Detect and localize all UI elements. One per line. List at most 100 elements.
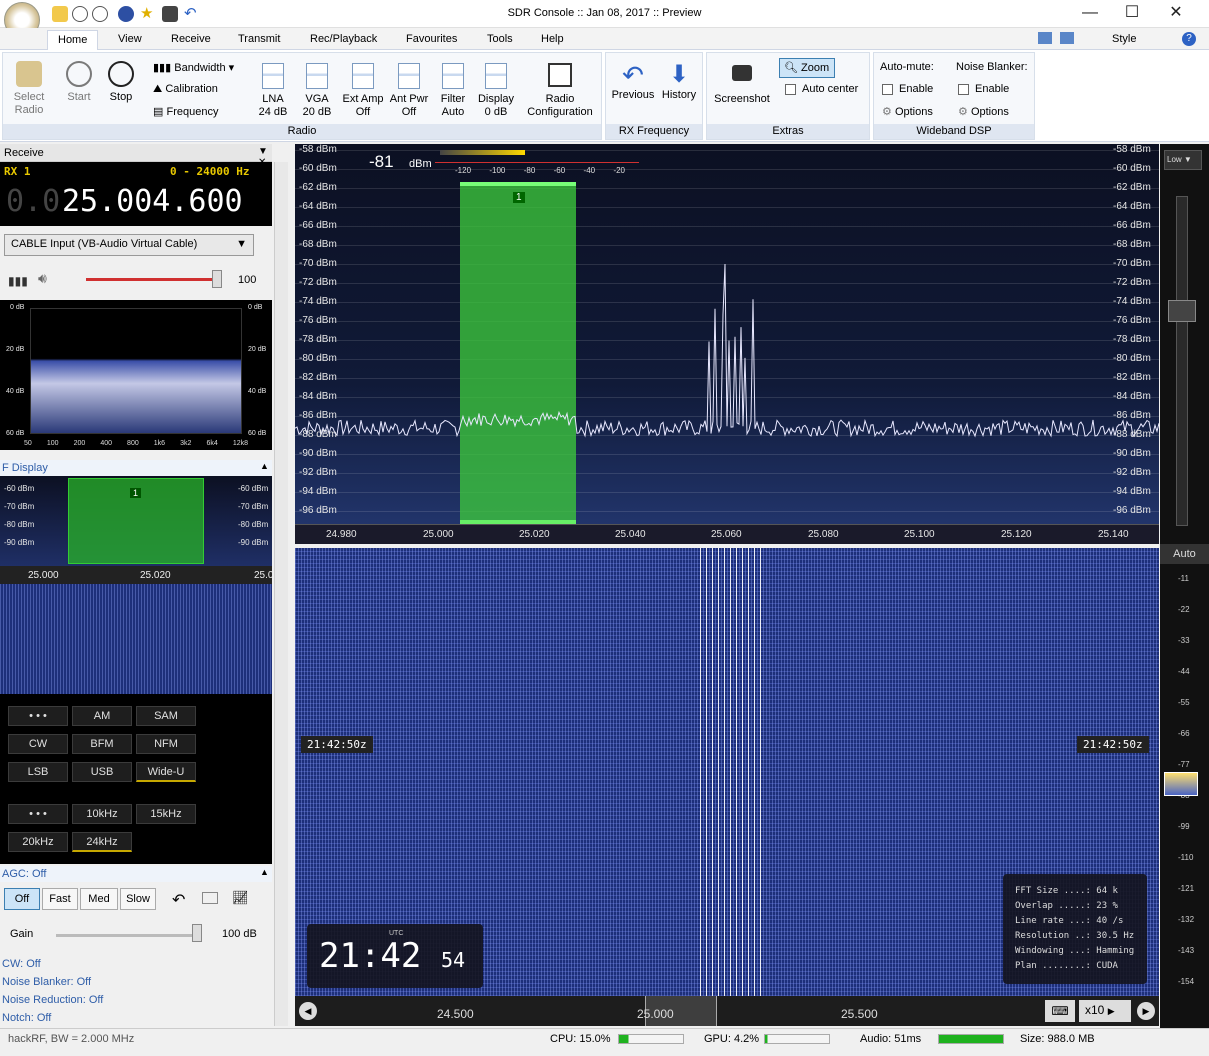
left-scrollbar[interactable] <box>274 162 288 1026</box>
menu-transmit[interactable]: Transmit <box>238 33 280 45</box>
menu-favourites[interactable]: Favourites <box>406 33 457 45</box>
ant-pwr-icon <box>398 63 420 89</box>
menu-view[interactable]: View <box>118 33 142 45</box>
frequency-dim[interactable]: 0.0 <box>6 184 60 219</box>
radio-configuration-button[interactable]: Radio Configuration <box>523 63 597 119</box>
auto-mute-enable[interactable]: Enable <box>882 83 933 95</box>
overview-next-button[interactable]: ▶ <box>1137 1002 1155 1020</box>
mode-am-button[interactable]: AM <box>72 706 132 726</box>
frequency-button[interactable]: ▤ Frequency <box>153 105 218 118</box>
noise-blanker-enable[interactable]: Enable <box>958 83 1009 95</box>
waterfall-display[interactable]: 21:42:50z 21:42:50z UTC 21:42 54 FFT Siz… <box>295 548 1159 996</box>
style-menu[interactable]: Style <box>1112 33 1136 45</box>
db-label: -90 dBm <box>299 448 337 459</box>
menu-receive[interactable]: Receive <box>171 33 211 45</box>
menu-rec-playback[interactable]: Rec/Playback <box>310 33 377 45</box>
calibration-button[interactable]: ⛰ Calibration <box>153 83 218 96</box>
signal-level-unit: dBm <box>409 158 432 170</box>
mode-wide-u-button[interactable]: Wide-U <box>136 762 196 782</box>
gain-slider-thumb[interactable] <box>192 924 202 942</box>
mode-usb-button[interactable]: USB <box>72 762 132 782</box>
speaker-icon[interactable]: 🔊︎ <box>38 270 47 287</box>
spectrum-slider-track[interactable] <box>1176 196 1188 526</box>
keyboard-icon[interactable]: ⌨ <box>1045 1000 1075 1022</box>
bandwidth-20khz-button[interactable]: 20kHz <box>8 832 68 852</box>
collapse-icon[interactable]: ▲ <box>260 461 269 471</box>
db-label: -92 dBm <box>1113 467 1151 478</box>
volume-slider-thumb[interactable] <box>212 270 222 288</box>
previous-button[interactable]: ↶ Previous <box>610 61 656 102</box>
collapse-icon[interactable]: ▲ <box>260 867 269 877</box>
agc-graph-icon[interactable]: 📈︎ <box>232 890 249 906</box>
spectrum-slider-thumb[interactable] <box>1168 300 1196 322</box>
mode-cw-button[interactable]: CW <box>8 734 68 754</box>
freq-tick: 24.980 <box>326 529 357 540</box>
maximize-button[interactable]: ☐ <box>1112 2 1152 24</box>
frequency-value[interactable]: 25.004.600 <box>62 184 243 219</box>
stop-button[interactable]: Stop <box>103 61 139 104</box>
undo-icon[interactable]: ↶ <box>172 890 185 910</box>
close-button[interactable]: ✕ <box>1156 2 1196 24</box>
history-button[interactable]: ⬇ History <box>656 61 702 102</box>
filter-button[interactable]: Filter Auto <box>433 63 473 119</box>
menu-help[interactable]: Help <box>541 33 564 45</box>
agc-off-button[interactable]: Off <box>4 888 40 910</box>
noise-blanker-options[interactable]: ⚙ Options <box>958 105 1009 118</box>
spectrum-display[interactable]: 1 -81 dBm -120 -100 -80 -60 -40 -20 -58 … <box>295 144 1159 544</box>
gain-label: Gain <box>10 928 34 940</box>
display-button[interactable]: Display 0 dB <box>475 63 517 119</box>
mode-more-button[interactable]: • • • <box>8 706 68 726</box>
lna-button[interactable]: LNA 24 dB <box>253 63 293 119</box>
mode-sam-button[interactable]: SAM <box>136 706 196 726</box>
noise-reduction-section[interactable]: Noise Reduction: Off <box>2 994 103 1006</box>
auto-center-checkbox[interactable]: Auto center <box>785 83 858 95</box>
audio-input-select[interactable]: CABLE Input (VB-Audio Virtual Cable) ▼ <box>4 234 254 256</box>
status-gpu: GPU: 4.2% <box>704 1033 760 1045</box>
monitor2-icon[interactable] <box>1060 32 1074 44</box>
smeter-tick: -120 <box>455 166 472 175</box>
waterfall-level-marker[interactable] <box>1164 772 1198 796</box>
screenshot-button[interactable]: Screenshot <box>709 63 775 106</box>
auto-center-check[interactable] <box>785 83 796 95</box>
start-button[interactable]: Start <box>61 61 97 104</box>
auto-mute-check[interactable] <box>882 83 893 95</box>
minimize-button[interactable]: — <box>1070 2 1110 24</box>
bandwidth-15khz-button[interactable]: 15kHz <box>136 804 196 824</box>
volume-slider[interactable] <box>86 278 222 281</box>
help-icon[interactable]: ? <box>1182 32 1196 46</box>
noise-blanker-check[interactable] <box>958 83 969 95</box>
ext-amp-button[interactable]: Ext Amp Off <box>341 63 385 119</box>
overview-prev-button[interactable]: ◀ <box>299 1002 317 1020</box>
select-radio-button[interactable]: Select Radio <box>9 61 49 117</box>
display-icon <box>485 63 507 89</box>
mode-lsb-button[interactable]: LSB <box>8 762 68 782</box>
zoom-select[interactable]: x10 ▶ <box>1079 1000 1131 1022</box>
mode-nfm-button[interactable]: NFM <box>136 734 196 754</box>
db-label: -68 dBm <box>299 239 337 250</box>
ant-pwr-button[interactable]: Ant Pwr Off <box>387 63 431 119</box>
menu-home[interactable]: Home <box>47 30 99 51</box>
bandwidth-button[interactable]: ▮▮▮ Bandwidth ▾ <box>153 61 234 74</box>
bandwidth-more-button[interactable]: • • • <box>8 804 68 824</box>
auto-mute-options[interactable]: ⚙ Options <box>882 105 933 118</box>
notch-section[interactable]: Notch: Off <box>2 1012 51 1024</box>
bandwidth-24khz-button[interactable]: 24kHz <box>72 832 132 852</box>
spectrum-range-select[interactable]: Low ▼ <box>1164 150 1202 170</box>
overview-bar[interactable]: ◀ 24.500 25.000 25.500 ⌨ x10 ▶ ▶ <box>295 996 1159 1026</box>
monitor-icon[interactable] <box>1038 32 1052 44</box>
vga-button[interactable]: VGA 20 dB <box>297 63 337 119</box>
agc-fast-button[interactable]: Fast <box>42 888 78 910</box>
gain-slider[interactable] <box>56 934 202 937</box>
noise-blanker-section[interactable]: Noise Blanker: Off <box>2 976 91 988</box>
agc-med-button[interactable]: Med <box>80 888 118 910</box>
rx-frequency-group: ↶ Previous ⬇ History RX Frequency <box>605 52 703 140</box>
waterfall-auto-button[interactable]: Auto <box>1160 544 1209 564</box>
cw-section[interactable]: CW: Off <box>2 958 41 970</box>
zoom-button[interactable]: 🔍︎ Zoom <box>779 58 835 78</box>
bandwidth-10khz-button[interactable]: 10kHz <box>72 804 132 824</box>
menu-tools[interactable]: Tools <box>487 33 513 45</box>
equalizer-icon[interactable]: ▮▮▮ <box>8 274 28 288</box>
agc-slow-button[interactable]: Slow <box>120 888 156 910</box>
agc-settings-icon[interactable] <box>202 892 218 904</box>
mode-bfm-button[interactable]: BFM <box>72 734 132 754</box>
